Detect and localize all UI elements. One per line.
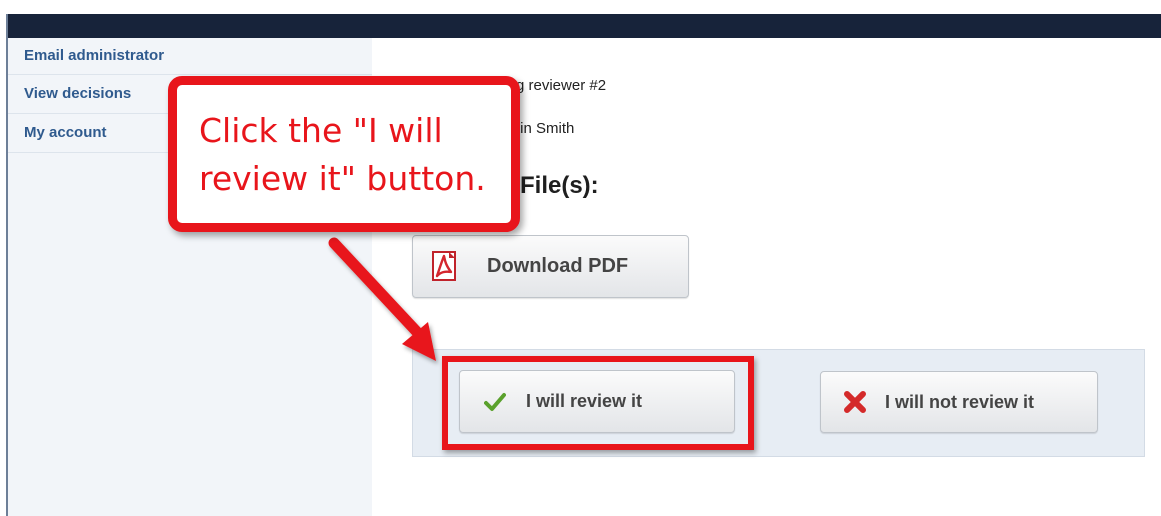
instruction-callout: Click the "I will review it" button. xyxy=(168,76,520,232)
